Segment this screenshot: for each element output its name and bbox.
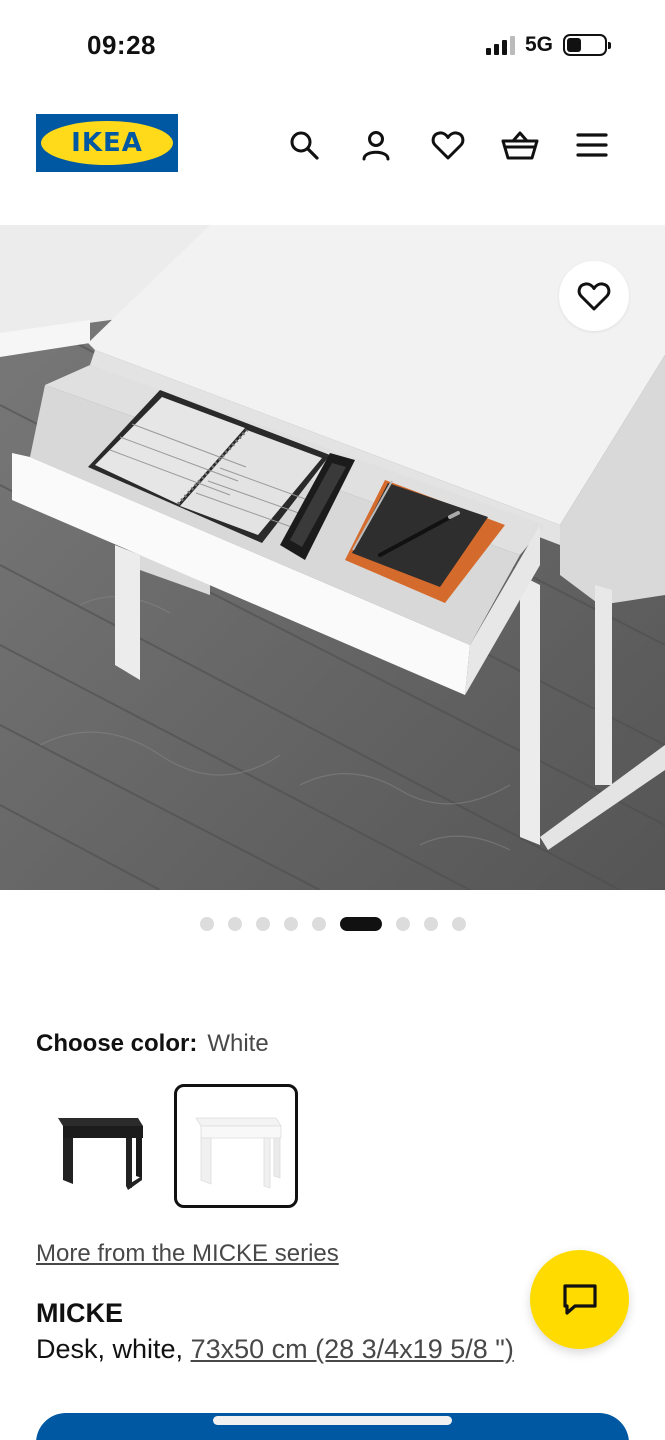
basket-icon[interactable] <box>501 126 539 164</box>
status-bar: 09:28 5G <box>0 0 665 90</box>
menu-icon[interactable] <box>573 126 611 164</box>
carousel-dot[interactable] <box>227 917 242 931</box>
carousel-dot-active[interactable] <box>339 917 382 931</box>
carousel-dot[interactable] <box>451 917 466 931</box>
header-actions <box>285 126 611 164</box>
series-link[interactable]: More from the MICKE series <box>36 1240 339 1268</box>
chat-button[interactable] <box>530 1250 629 1349</box>
network-label: 5G <box>524 33 553 56</box>
add-to-favorites-button[interactable] <box>559 261 629 331</box>
selected-color: White <box>207 1030 269 1057</box>
color-chooser-label: Choose color: White <box>36 1030 269 1058</box>
product-image[interactable] <box>0 225 665 890</box>
chat-icon <box>562 1283 597 1315</box>
color-label: Choose color: <box>36 1030 198 1057</box>
status-time: 09:28 <box>87 30 156 60</box>
carousel-dot[interactable] <box>311 917 326 931</box>
swatch-white[interactable] <box>174 1084 298 1208</box>
logo-text: IKEA <box>71 128 143 158</box>
gallery-pagination <box>0 917 665 931</box>
signal-icon <box>485 35 515 55</box>
product-desc-prefix: Desk, white, <box>36 1334 191 1364</box>
carousel-dot[interactable] <box>255 917 270 931</box>
color-swatches <box>36 1084 298 1208</box>
heart-icon[interactable] <box>429 126 467 164</box>
carousel-dot[interactable] <box>395 917 410 931</box>
home-indicator <box>213 1416 452 1425</box>
search-icon[interactable] <box>285 126 323 164</box>
user-icon[interactable] <box>357 126 395 164</box>
product-name: MICKE <box>36 1298 123 1328</box>
carousel-dot[interactable] <box>423 917 438 931</box>
status-indicators: 5G <box>485 33 611 57</box>
desk-black-brown-thumbnail <box>58 1118 143 1190</box>
desk-white-thumbnail <box>195 1117 282 1189</box>
battery-icon <box>563 34 611 56</box>
desk-photo <box>0 225 665 890</box>
site-header: IKEA <box>0 90 665 225</box>
carousel-dot[interactable] <box>199 917 214 931</box>
product-description: Desk, white, 73x50 cm (28 3/4x19 5/8 ") <box>36 1334 514 1365</box>
swatch-black-brown[interactable] <box>36 1084 160 1208</box>
ikea-logo[interactable]: IKEA <box>36 114 178 172</box>
carousel-dot[interactable] <box>283 917 298 931</box>
product-dimensions-link[interactable]: 73x50 cm (28 3/4x19 5/8 ") <box>191 1334 514 1364</box>
heart-icon <box>577 282 611 311</box>
